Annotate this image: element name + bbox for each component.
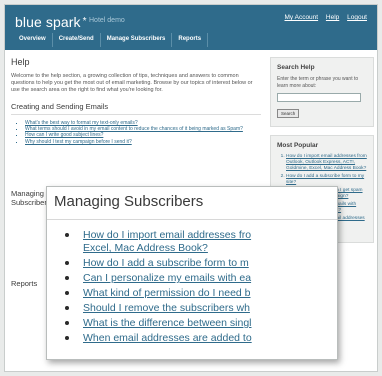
zoom-topic-text: What is the difference between singl <box>83 317 252 329</box>
search-help-title: Search Help <box>277 64 315 71</box>
brand-logo[interactable]: blue spark * <box>15 14 87 30</box>
search-button[interactable]: Search <box>277 109 300 118</box>
search-help-text: Enter the term or phrase you want to lea… <box>277 76 359 89</box>
section-title-creating-sending: Creating and Sending Emails <box>11 102 261 115</box>
zoom-topic-link-continued[interactable]: Excel, Mac Address Book? <box>65 242 252 255</box>
zoom-topic-link[interactable]: How do I add a subscribe form to m <box>65 257 252 270</box>
bullet-icon <box>65 321 69 325</box>
zoom-divider <box>47 219 337 220</box>
brand-name: blue spark <box>15 14 81 30</box>
header-bar: blue spark * Hotel demo My Account Help L… <box>5 5 377 50</box>
search-input[interactable] <box>277 93 361 102</box>
nav-manage-subscribers[interactable]: Manage Subscribers <box>101 33 173 47</box>
my-account-link[interactable]: My Account <box>285 14 319 21</box>
page-title: Help <box>11 57 30 67</box>
nav-overview[interactable]: Overview <box>13 33 53 47</box>
main-nav: Overview Create/Send Manage Subscribers … <box>13 33 209 47</box>
creating-sending-list: What's the best way to format my text-on… <box>11 120 259 145</box>
brand-subtitle: Hotel demo <box>89 17 125 24</box>
zoom-topic-text: When email addresses are added to <box>83 332 252 344</box>
zoom-topic-link[interactable]: Can I personalize my emails with ea <box>65 272 252 285</box>
bullet-icon <box>65 276 69 280</box>
zoomed-callout: Managing Subscribers How do I import ema… <box>46 186 338 360</box>
bullet-icon <box>65 233 69 237</box>
zoom-topic-link[interactable]: When email addresses are added to <box>65 332 252 345</box>
section-title-reports: Reports <box>11 279 38 288</box>
intro-text: Welcome to the help section, a growing c… <box>11 73 253 93</box>
section-title-reports-bg: Reports <box>11 271 51 291</box>
section-title-managing-subscribers: Managing Subscribers <box>11 189 51 207</box>
zoom-topic-link[interactable]: How do I import email addresses fro <box>65 229 252 242</box>
zoom-topic-link[interactable]: Should I remove the subscribers wh <box>65 302 252 315</box>
zoom-topic-text: Should I remove the subscribers wh <box>83 302 250 314</box>
popular-link[interactable]: How do I add a subscribe form to my site… <box>286 174 367 186</box>
account-links: My Account Help Logout <box>279 14 368 21</box>
zoom-topic-text: Can I personalize my emails with ea <box>83 272 252 284</box>
popular-link[interactable]: How do I import email addresses from Out… <box>286 154 367 172</box>
search-help-box: Search Help Enter the term or phrase you… <box>270 57 374 127</box>
bullet-icon <box>65 291 69 295</box>
zoom-topic-text: How do I import email addresses fro <box>83 229 252 241</box>
zoom-topic-list: How do I import email addresses fro Exce… <box>65 229 252 347</box>
help-topic-link[interactable]: Why should I test my campaign before I s… <box>25 139 259 145</box>
bullet-icon <box>65 261 69 265</box>
zoom-topic-text: How do I add a subscribe form to m <box>83 257 249 269</box>
zoom-topic-text: Excel, Mac Address Book? <box>83 242 208 254</box>
zoom-section-title: Managing Subscribers <box>54 193 204 210</box>
most-popular-title: Most Popular <box>277 142 319 149</box>
nav-create-send[interactable]: Create/Send <box>53 33 101 47</box>
logout-link[interactable]: Logout <box>347 14 367 21</box>
bullet-icon <box>65 336 69 340</box>
help-content: Help Welcome to the help section, a grow… <box>11 57 261 145</box>
bullet-icon <box>65 306 69 310</box>
brand-star: * <box>82 16 87 27</box>
zoom-topic-link[interactable]: What is the difference between singl <box>65 317 252 330</box>
section-title-managing-subscribers-bg: Managing Subscribers <box>11 181 51 210</box>
help-link[interactable]: Help <box>326 14 339 21</box>
zoom-topic-link[interactable]: What kind of permission do I need b <box>65 287 252 300</box>
zoom-topic-text: What kind of permission do I need b <box>83 287 251 299</box>
nav-reports[interactable]: Reports <box>172 33 209 47</box>
